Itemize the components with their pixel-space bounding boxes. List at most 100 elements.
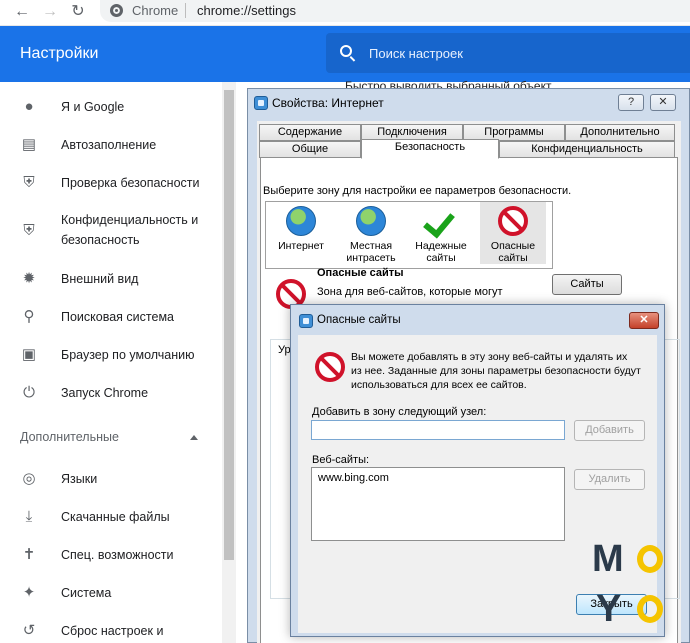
logo-letter-o (637, 545, 663, 573)
close-button[interactable]: ✕ (629, 312, 659, 329)
no-entry-icon (498, 206, 528, 236)
power-icon: ⏻ (23, 384, 35, 401)
shield-icon: ⛨ (23, 222, 35, 239)
logo-letter-o (637, 595, 663, 623)
zone-label: Надежные (415, 240, 467, 252)
zone-trusted-sites[interactable]: Надежные сайты (408, 202, 474, 264)
address-bar[interactable]: Chrome chrome://settings (100, 0, 690, 22)
reset-icon: ↺ (22, 622, 36, 639)
clipboard-icon: ▤ (21, 136, 37, 153)
scrollbar-thumb[interactable] (224, 90, 234, 560)
sidebar-item-label: Поисковая система (61, 310, 174, 324)
sidebar-item-accessibility[interactable]: ✝ Спец. возможности (0, 544, 220, 566)
sidebar-item-autofill[interactable]: ▤ Автозаполнение (0, 134, 220, 156)
tab-general[interactable]: Общие (259, 141, 361, 158)
zone-label: Опасные (490, 240, 536, 252)
sidebar-item-default-browser[interactable]: ▣ Браузер по умолчанию (0, 344, 220, 366)
palette-icon: ✹ (22, 270, 36, 287)
add-site-label: Добавить в зону следующий узел: (312, 406, 487, 418)
chevron-up-icon[interactable] (190, 435, 198, 440)
omnibox-divider (185, 3, 186, 18)
tab-security[interactable]: Безопасность (361, 139, 499, 159)
security-level-label: Ур (278, 344, 291, 356)
zone-label: Местная (349, 240, 393, 252)
zone-label: сайты (426, 252, 456, 264)
zone-prompt: Выберите зону для настройки ее параметро… (263, 185, 572, 197)
sidebar-item-label: Языки (61, 472, 98, 486)
sidebar: ● Я и Google ▤ Автозаполнение ⛨ Проверка… (0, 82, 246, 643)
back-icon[interactable]: ← (12, 2, 32, 22)
sidebar-item-label: Проверка безопасности (61, 176, 200, 190)
no-entry-icon (315, 352, 347, 384)
add-button[interactable]: Добавить (574, 420, 645, 441)
tab-advanced[interactable]: Дополнительно (565, 124, 675, 141)
info-line: из нее. Заданные для зоны параметры безо… (351, 365, 641, 377)
intranet-globe-icon (356, 206, 386, 236)
logo-letter-y: Y (596, 588, 622, 630)
sidebar-item-privacy[interactable]: ⛨ Конфиденциальность и безопасность (0, 210, 220, 252)
info-line: Вы можете добавлять в эту зону веб-сайты… (351, 351, 628, 363)
zone-label: Интернет (278, 240, 324, 252)
browser-icon: ▣ (21, 346, 37, 363)
sidebar-item-label: безопасность (61, 233, 140, 247)
remove-button[interactable]: Удалить (574, 469, 645, 490)
tab-privacy[interactable]: Конфиденциальность (499, 141, 675, 158)
globe-icon (286, 206, 316, 236)
sidebar-item-languages[interactable]: ◎ Языки (0, 468, 220, 490)
person-icon: ● (24, 98, 34, 115)
url-text[interactable]: chrome://settings (197, 3, 296, 18)
help-button[interactable]: ? (618, 94, 644, 111)
sidebar-item-downloads[interactable]: ⤓ Скачанные файлы (0, 506, 220, 528)
sidebar-item-system[interactable]: ✦ Система (0, 582, 220, 604)
sidebar-item-you-and-google[interactable]: ● Я и Google (0, 96, 220, 118)
internet-options-icon (299, 314, 313, 328)
sidebar-item-search-engine[interactable]: ⚲ Поисковая система (0, 306, 220, 328)
sites-button[interactable]: Сайты (552, 274, 622, 295)
sidebar-item-appearance[interactable]: ✹ Внешний вид (0, 268, 220, 290)
wrench-icon: ✦ (22, 584, 36, 601)
tab-content[interactable]: Содержание (259, 124, 361, 141)
sidebar-item-safety-check[interactable]: ⛨ Проверка безопасности (0, 172, 220, 194)
sidebar-item-label: Спец. возможности (61, 548, 174, 562)
sidebar-item-label: Скачанные файлы (61, 510, 170, 524)
sidebar-item-label: Автозаполнение (61, 138, 157, 152)
sidebar-scrollbar[interactable] (222, 82, 236, 643)
reload-icon[interactable]: ↻ (68, 2, 88, 22)
search-box[interactable]: Поиск настроек (326, 33, 690, 73)
close-button[interactable]: ✕ (650, 94, 676, 111)
chrome-icon (110, 4, 123, 17)
forward-icon[interactable]: → (40, 2, 60, 22)
sidebar-item-label: Внешний вид (61, 272, 139, 286)
websites-list[interactable]: www.bing.com (311, 467, 565, 541)
browser-toolbar: ← → ↻ Chrome chrome://settings (0, 0, 690, 26)
search-icon: ⚲ (23, 308, 35, 325)
zone-local-intranet[interactable]: Местная интрасеть (338, 202, 404, 264)
sidebar-item-reset[interactable]: ↺ Сброс настроек и (0, 620, 220, 642)
accessibility-icon: ✝ (22, 546, 36, 563)
sidebar-item-label: Запуск Chrome (61, 386, 149, 400)
advanced-section-toggle[interactable]: Дополнительные (20, 430, 119, 444)
search-input[interactable]: Поиск настроек (369, 46, 463, 61)
dialog-title: Опасные сайты (317, 314, 401, 326)
dialog-info-text: Вы можете добавлять в эту зону веб-сайты… (351, 350, 651, 392)
websites-label: Веб-сайты: (312, 454, 370, 466)
add-site-input[interactable] (311, 420, 565, 440)
zone-restricted-sites[interactable]: Опасные сайты (480, 202, 546, 264)
zone-internet[interactable]: Интернет (268, 202, 334, 252)
internet-options-icon (254, 96, 268, 110)
selected-zone-title: Опасные сайты (317, 267, 404, 279)
checkmark-icon (426, 206, 456, 236)
download-icon: ⤓ (25, 508, 33, 525)
sidebar-item-on-startup[interactable]: ⏻ Запуск Chrome (0, 382, 220, 404)
info-line: использоваться для всех ее сайтов. (351, 379, 527, 391)
sidebar-item-label: Система (61, 586, 112, 600)
list-item[interactable]: www.bing.com (318, 472, 389, 484)
sidebar-item-label: Сброс настроек и (61, 624, 164, 638)
shield-check-icon: ⛨ (23, 174, 35, 191)
zone-label: интрасеть (346, 252, 396, 264)
page-title: Настройки (20, 45, 99, 62)
search-icon (340, 45, 352, 57)
selected-zone-description: Зона для веб-сайтов, которые могут (317, 286, 503, 298)
sidebar-item-label: Я и Google (61, 100, 125, 114)
globe-icon: ◎ (22, 470, 36, 487)
